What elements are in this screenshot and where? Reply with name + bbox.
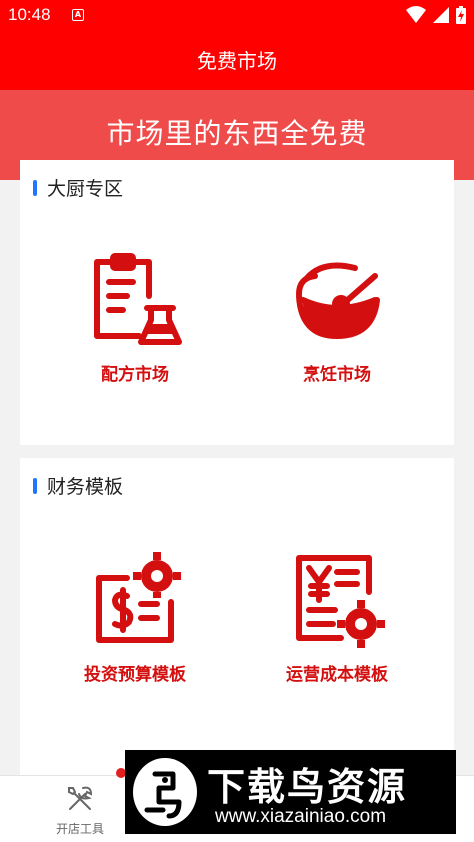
battery-icon: [456, 6, 466, 24]
status-bar: 10:48 A: [0, 0, 474, 32]
section-title: 财务模板: [47, 476, 124, 498]
status-time: 10:48: [8, 5, 51, 24]
bowl-spoon-icon: [296, 262, 380, 340]
section-marker: [33, 179, 37, 196]
cooking-market-button[interactable]: 烹饪市场: [252, 252, 422, 385]
status-icons: [406, 6, 466, 24]
bird-logo: [133, 758, 197, 826]
section-header: 大厨专区: [33, 174, 123, 201]
item-label: 投资预算模板: [84, 665, 186, 685]
section-header: 财务模板: [33, 472, 123, 499]
page-title: 免费市场: [197, 49, 277, 73]
watermark-url: www.xiazainiao.com: [215, 806, 387, 827]
investment-budget-template-button[interactable]: 投资预算模板: [50, 552, 220, 685]
section-chef-zone: 大厨专区 配方市场 烹饪市场: [20, 160, 454, 445]
yen-document-gear-icon: [296, 555, 385, 648]
operating-cost-template-button[interactable]: 运营成本模板: [252, 552, 422, 685]
watermark-title: 下载鸟资源: [207, 765, 408, 809]
app-bar: 免费市场: [0, 32, 474, 90]
clipboard-flask-icon: [94, 253, 182, 345]
money-gear-icon: [96, 552, 181, 643]
section-marker: [33, 477, 37, 494]
item-label: 运营成本模板: [286, 665, 388, 685]
watermark: 下载鸟资源 www.xiazainiao.com: [125, 750, 456, 834]
wifi-icon: [406, 6, 426, 23]
item-label: 烹饪市场: [303, 365, 371, 385]
notification-icon: A: [72, 9, 84, 21]
section-title: 大厨专区: [47, 178, 124, 200]
section-finance-templates: 财务模板 投资预算模板 运营成本模板: [20, 458, 454, 788]
item-label: 配方市场: [101, 365, 169, 385]
signal-icon: [433, 7, 449, 23]
tab-label: 开店工具: [55, 822, 104, 836]
bird-logo-icon: [144, 771, 182, 819]
recipe-market-button[interactable]: 配方市场: [50, 252, 220, 385]
tools-icon: [68, 786, 93, 810]
tab-store-tools[interactable]: 开店工具: [40, 784, 120, 837]
